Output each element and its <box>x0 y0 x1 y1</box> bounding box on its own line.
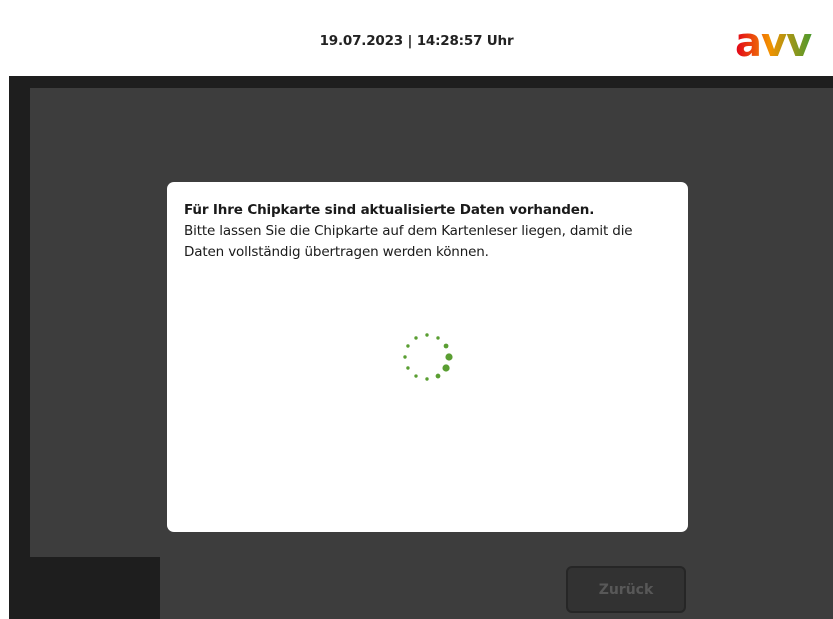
dialog-text: Für Ihre Chipkarte sind aktualisierte Da… <box>184 200 674 263</box>
spinner-dot <box>406 344 410 348</box>
back-button[interactable]: Zurück <box>566 566 686 613</box>
spinner-dot <box>443 343 449 349</box>
spinner-dot <box>436 336 440 340</box>
dialog-message: Bitte lassen Sie die Chipkarte auf dem K… <box>184 223 633 260</box>
datetime-display: 19.07.2023 | 14:28:57 Uhr <box>319 33 514 49</box>
header-bar: 19.07.2023 | 14:28:57 Uhr avv <box>0 0 833 76</box>
spinner-dot <box>414 374 418 378</box>
spinner-dot <box>406 366 410 370</box>
spinner-dot <box>425 333 429 337</box>
spinner-dot <box>425 377 429 381</box>
svg-text:avv: avv <box>735 22 812 62</box>
spinner-dot <box>435 373 441 379</box>
spinner-dot <box>442 364 450 372</box>
bottom-bar <box>160 557 833 619</box>
spinner-dot <box>414 336 418 340</box>
update-dialog: Für Ihre Chipkarte sind aktualisierte Da… <box>167 182 688 532</box>
loading-spinner-icon <box>403 333 453 381</box>
spinner-dot <box>445 353 453 361</box>
avv-logo: avv <box>735 22 813 62</box>
spinner-dot <box>403 355 407 359</box>
dialog-title: Für Ihre Chipkarte sind aktualisierte Da… <box>184 202 595 218</box>
